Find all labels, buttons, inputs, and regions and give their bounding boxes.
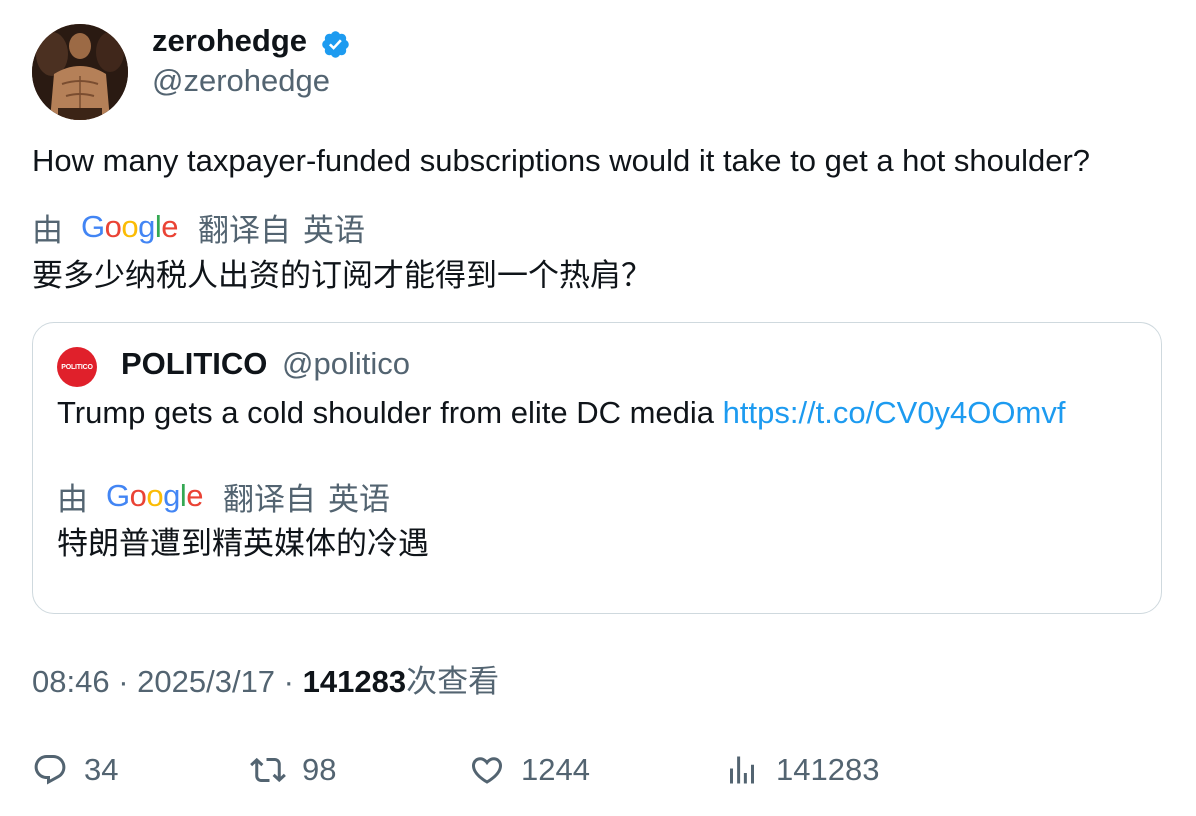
tweet-container: zerohedge @zerohedge How many taxpayer-f…	[0, 0, 1196, 816]
avatar-image	[32, 24, 128, 120]
reply-icon	[34, 755, 66, 785]
author-avatar[interactable]	[32, 24, 128, 120]
quoted-tweet-link[interactable]: https://t.co/CV0y4OOmvf	[723, 395, 1066, 430]
like-button[interactable]: 1244	[469, 749, 590, 791]
heart-icon	[471, 757, 503, 784]
translated-by-label: 由	[32, 212, 63, 248]
bar-chart-icon	[730, 756, 754, 784]
views-label: 次查看	[406, 664, 500, 699]
translated-from-label: 翻译自	[198, 212, 292, 248]
reply-button[interactable]: 34	[32, 749, 118, 791]
quoted-author-handle[interactable]: @politico	[282, 345, 410, 383]
quoted-translated-text: 特朗普遭到精英媒体的冷遇	[57, 526, 429, 561]
author-display-name[interactable]: zerohedge	[152, 22, 307, 60]
quoted-google-logo: Google	[106, 478, 204, 513]
views-count: 141283	[302, 664, 407, 699]
like-count: 1244	[521, 752, 590, 787]
quoted-translation-attribution: 由 Google 翻译自 英语	[57, 476, 391, 517]
reply-count: 34	[84, 752, 119, 787]
quoted-translated-from-label: 翻译自	[223, 481, 317, 517]
views-action-count: 141283	[776, 752, 880, 787]
tweet-date[interactable]: 2025/3/17	[137, 664, 275, 699]
retweet-icon	[250, 757, 286, 783]
quoted-author-avatar[interactable]: POLITICO	[57, 347, 97, 387]
quoted-translated-by-label: 由	[57, 481, 88, 517]
author-handle[interactable]: @zerohedge	[152, 62, 330, 100]
quoted-source-language-label: 英语	[328, 481, 391, 517]
google-logo: Google	[81, 209, 179, 244]
quoted-tweet-text: Trump gets a cold shoulder from elite DC…	[57, 393, 1065, 433]
retweet-button[interactable]: 98	[250, 749, 336, 791]
quoted-tweet-card[interactable]: POLITICO POLITICO @politico Trump gets a…	[32, 322, 1162, 614]
tweet-translated-text: 要多少纳税人出资的订阅才能得到一个热肩？	[32, 258, 652, 293]
meta-separator: ·	[109, 664, 138, 699]
tweet-text: How many taxpayer-funded subscriptions w…	[32, 143, 1091, 178]
quoted-author-display-name[interactable]: POLITICO	[121, 345, 267, 383]
verified-badge-icon	[322, 31, 349, 58]
quoted-tweet-body: Trump gets a cold shoulder from elite DC…	[57, 395, 723, 430]
source-language-label: 英语	[303, 212, 366, 248]
meta-separator: ·	[275, 664, 303, 699]
translation-attribution: 由 Google 翻译自 英语	[32, 207, 366, 248]
tweet-time[interactable]: 08:46	[32, 664, 110, 699]
tweet-meta: 08:46 · 2025/3/17 · 141283次查看	[32, 662, 499, 702]
retweet-count: 98	[302, 752, 337, 787]
views-button[interactable]: 141283	[724, 749, 879, 791]
